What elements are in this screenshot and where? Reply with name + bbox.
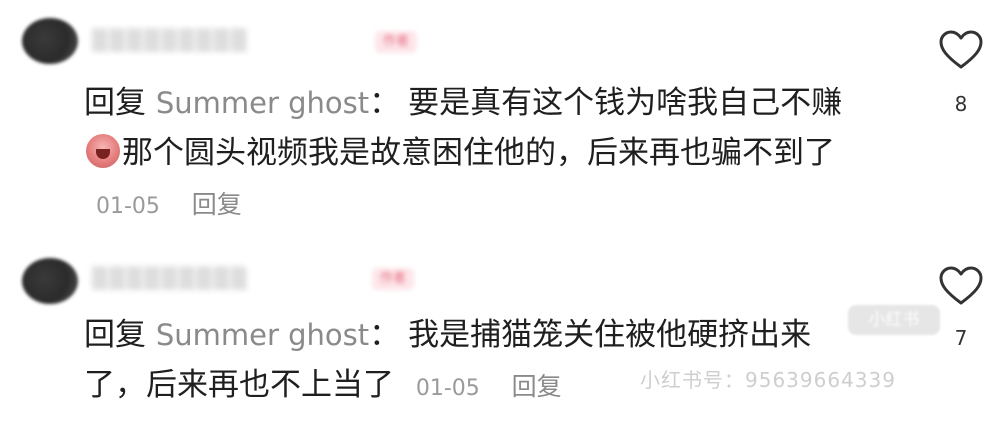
username-blurred[interactable]: ▒▒▒▒▒▒▒▒▒: [92, 28, 352, 52]
comment-reply: ▒▒▒▒▒▒▒▒▒ 作者 回复 Summer ghost： 要是真有这个钱为啥我自…: [0, 0, 998, 230]
heart-icon[interactable]: [938, 30, 984, 70]
comment-body: 回复 Summer ghost： 要是真有这个钱为啥我自己不赚那个圆头视频我是故意…: [84, 78, 864, 232]
reply-prefix: 回复: [84, 317, 146, 353]
like-count: 7: [954, 326, 968, 350]
watermark-logo: 小红书: [848, 305, 940, 335]
mention-link[interactable]: Summer ghost: [156, 86, 369, 120]
watermark-id: 小红书号：95639664339: [640, 368, 896, 392]
avatar[interactable]: [22, 258, 78, 304]
reply-prefix: 回复: [84, 85, 146, 121]
comment-reply: ▒▒▒▒▒▒▒▒▒ 作者 回复 Summer ghost： 我是捕猫笼关住被他硬挤…: [0, 238, 998, 426]
crying-face-emoji-icon: [86, 134, 120, 168]
comment-body: 回复 Summer ghost： 我是捕猫笼关住被他硬挤出来了，后来再也不上当了 …: [84, 310, 864, 414]
comment-date: 01-05: [415, 376, 480, 401]
avatar[interactable]: [22, 18, 78, 64]
author-badge: 作者: [375, 31, 418, 53]
username-blurred[interactable]: ▒▒▒▒▒▒▒▒▒: [92, 266, 347, 290]
comment-date: 01-05: [96, 194, 160, 219]
reply-button[interactable]: 回复: [192, 190, 242, 219]
mention-colon: ：: [369, 317, 401, 353]
like-count: 8: [954, 92, 968, 116]
author-badge: 作者: [372, 268, 415, 290]
comment-text-continued: 那个圆头视频我是故意困住他的，后来再也骗不到了: [122, 135, 835, 171]
comment-text: 要是真有这个钱为啥我自己不赚: [408, 85, 843, 121]
mention-link[interactable]: Summer ghost: [156, 318, 369, 352]
heart-icon[interactable]: [938, 266, 984, 306]
reply-button[interactable]: 回复: [512, 372, 562, 401]
mention-colon: ：: [369, 85, 401, 121]
